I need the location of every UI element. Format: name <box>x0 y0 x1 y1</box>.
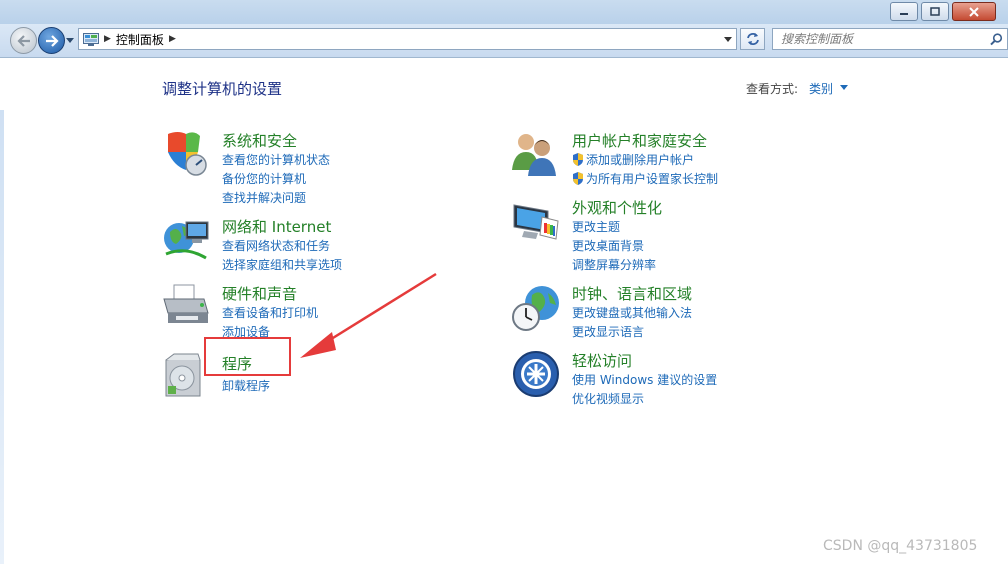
category-title-system-security[interactable]: 系统和安全 <box>222 130 297 151</box>
link-screen-resolution[interactable]: 调整屏幕分辨率 <box>572 256 656 273</box>
search-icon[interactable] <box>990 33 1003 46</box>
window-title-bar <box>0 0 1008 24</box>
link-change-display-language[interactable]: 更改显示语言 <box>572 323 644 340</box>
category-title-network-internet[interactable]: 网络和 Internet <box>222 216 331 237</box>
minimize-button[interactable] <box>890 2 918 21</box>
link-add-remove-accounts[interactable]: 添加或删除用户帐户 <box>572 151 694 168</box>
forward-arrow-icon <box>45 34 59 47</box>
link-view-computer-status[interactable]: 查看您的计算机状态 <box>222 151 330 168</box>
link-backup-computer[interactable]: 备份您的计算机 <box>222 170 306 187</box>
category-title-user-accounts[interactable]: 用户帐户和家庭安全 <box>572 130 707 151</box>
network-globe-icon[interactable] <box>162 216 210 264</box>
link-view-network-status[interactable]: 查看网络状态和任务 <box>222 237 330 254</box>
category-title-ease-of-access[interactable]: 轻松访问 <box>572 350 632 371</box>
address-bar[interactable]: ▶ 控制面板 ▶ <box>78 28 737 50</box>
link-find-fix-problems[interactable]: 查找并解决问题 <box>222 189 306 206</box>
link-parental-controls[interactable]: 为所有用户设置家长控制 <box>572 170 718 187</box>
programs-disc-icon[interactable] <box>162 350 210 398</box>
annotation-highlight-box <box>204 337 291 376</box>
view-by-label: 查看方式: <box>746 82 799 96</box>
window-controls <box>890 2 996 21</box>
search-box[interactable] <box>772 28 1008 50</box>
back-button[interactable] <box>10 27 37 54</box>
link-optimize-display[interactable]: 优化视频显示 <box>572 390 644 407</box>
link-parental-controls-label[interactable]: 为所有用户设置家长控制 <box>586 172 718 186</box>
link-change-input-method[interactable]: 更改键盘或其他输入法 <box>572 304 692 321</box>
control-panel-icon <box>83 32 99 46</box>
forward-button[interactable] <box>38 27 65 54</box>
window-left-edge <box>0 110 4 564</box>
navigation-bar: ▶ 控制面板 ▶ <box>0 24 1008 58</box>
security-shield-icon[interactable] <box>162 130 210 178</box>
watermark: CSDN @qq_43731805 <box>823 538 978 554</box>
maximize-button[interactable] <box>921 2 949 21</box>
breadcrumb-separator-icon[interactable]: ▶ <box>104 34 111 44</box>
annotation-arrow-icon <box>300 272 437 358</box>
page-title: 调整计算机的设置 <box>162 80 283 98</box>
users-icon[interactable] <box>512 130 560 178</box>
printer-icon[interactable] <box>162 283 210 331</box>
chevron-down-icon[interactable] <box>840 85 848 90</box>
link-change-theme[interactable]: 更改主题 <box>572 218 620 235</box>
back-arrow-icon <box>16 34 30 47</box>
breadcrumb-separator-icon[interactable]: ▶ <box>169 34 176 44</box>
maximize-icon <box>930 7 940 16</box>
category-title-hardware-sound[interactable]: 硬件和声音 <box>222 283 297 304</box>
search-input[interactable] <box>773 31 983 47</box>
breadcrumb-control-panel[interactable]: 控制面板 <box>116 31 164 48</box>
uac-shield-icon <box>573 153 583 166</box>
ease-of-access-icon[interactable] <box>512 350 560 398</box>
category-title-clock-language[interactable]: 时钟、语言和区域 <box>572 283 692 304</box>
refresh-button[interactable] <box>740 28 765 50</box>
link-add-remove-accounts-label[interactable]: 添加或删除用户帐户 <box>586 153 694 167</box>
view-by-dropdown[interactable]: 类别 <box>809 80 833 97</box>
close-button[interactable] <box>952 2 996 21</box>
uac-shield-icon <box>573 172 583 185</box>
clock-globe-icon[interactable] <box>512 283 560 331</box>
link-uninstall-program[interactable]: 卸载程序 <box>222 377 270 394</box>
link-recommended-settings[interactable]: 使用 Windows 建议的设置 <box>572 371 717 388</box>
close-icon <box>969 6 979 17</box>
minimize-icon <box>900 12 908 15</box>
address-dropdown-icon[interactable] <box>724 37 732 43</box>
category-title-appearance[interactable]: 外观和个性化 <box>572 197 662 218</box>
link-desktop-background[interactable]: 更改桌面背景 <box>572 237 644 254</box>
refresh-icon <box>746 33 759 45</box>
recent-pages-dropdown-icon[interactable] <box>66 36 74 44</box>
display-paint-icon[interactable] <box>512 197 560 245</box>
